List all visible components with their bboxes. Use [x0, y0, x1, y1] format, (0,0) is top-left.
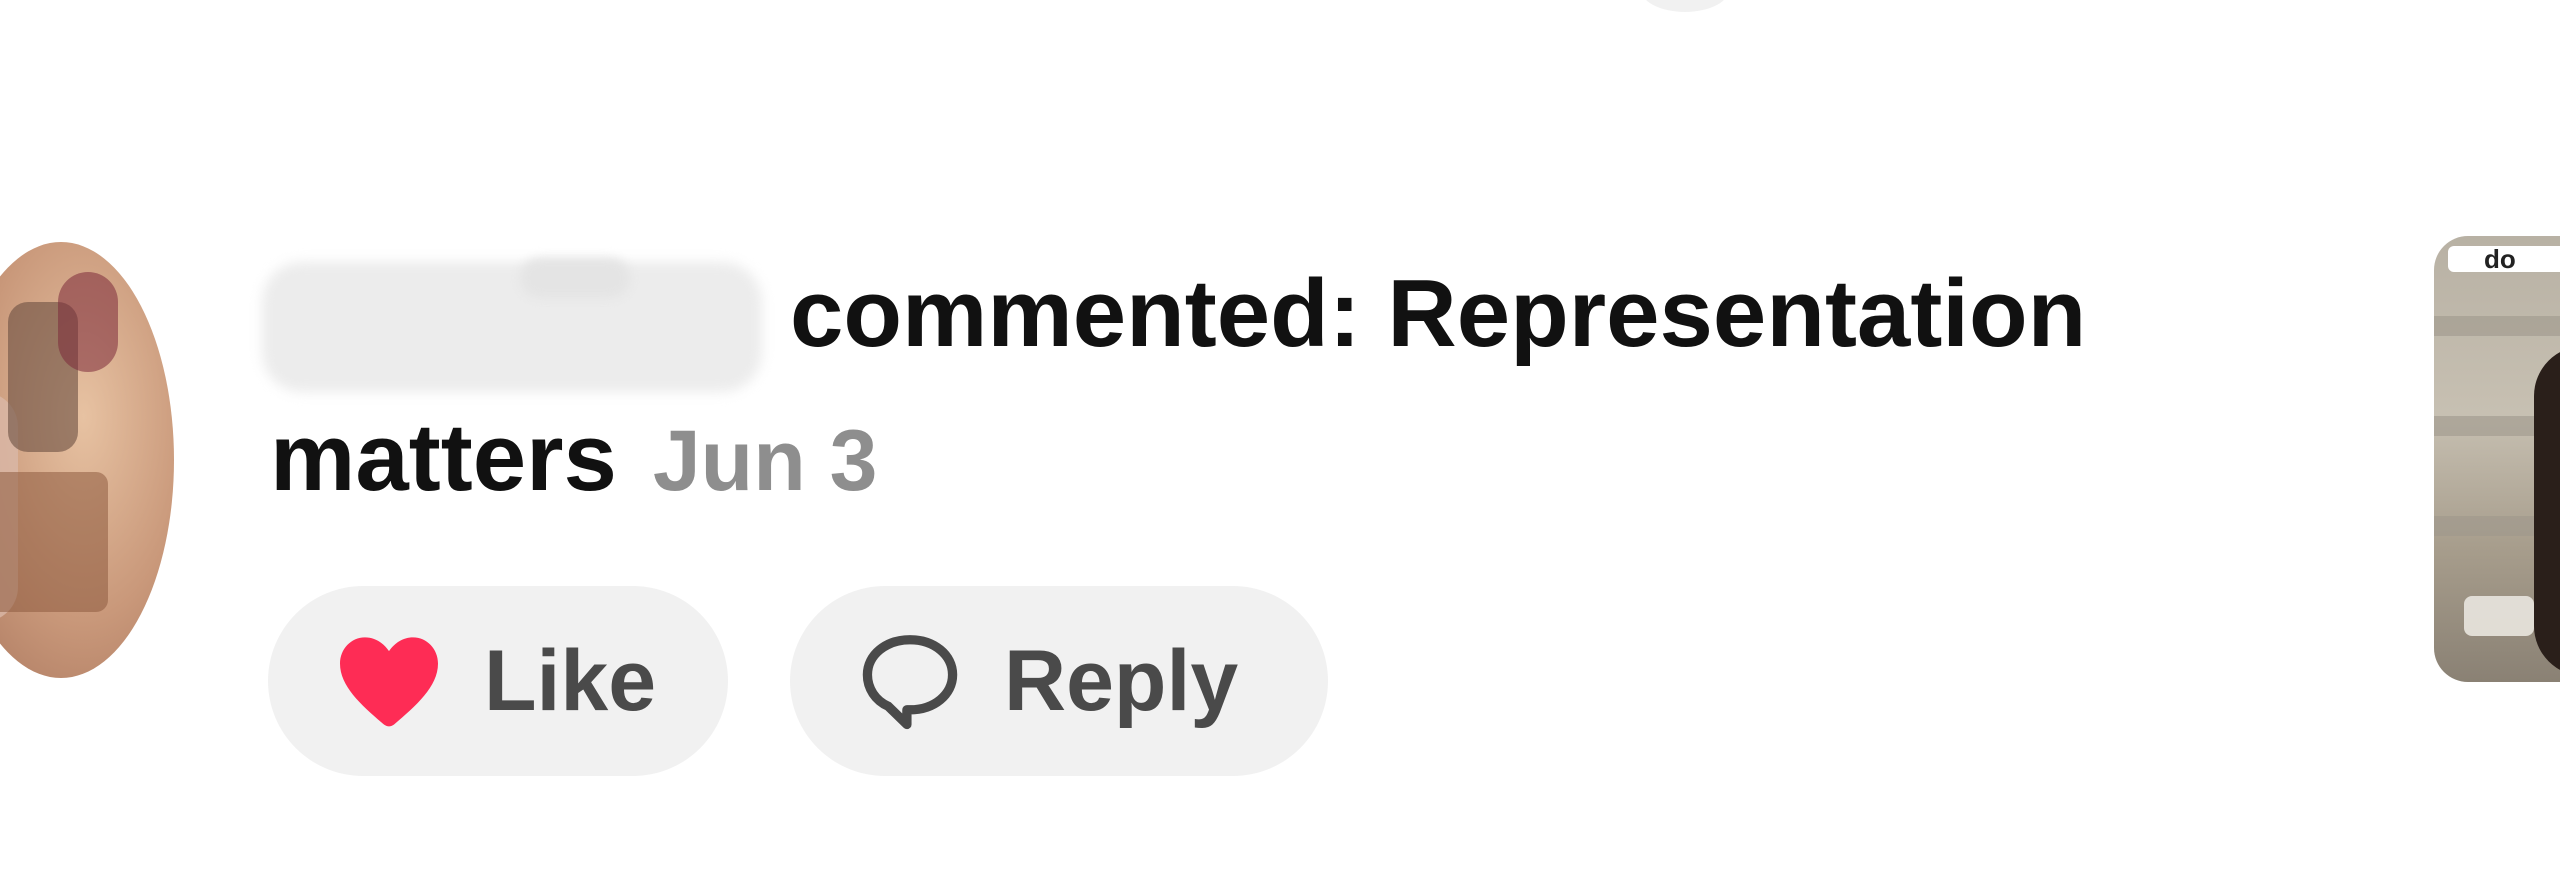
thumbnail-subject — [2534, 346, 2560, 676]
thumbnail-detail — [2434, 316, 2560, 336]
activity-notification: commented: Representation matters Jun 3 L… — [0, 0, 2560, 870]
redacted-username-detail — [520, 258, 630, 298]
notification-date: Jun 3 — [652, 413, 878, 509]
reply-button[interactable]: Reply — [790, 586, 1328, 776]
comment-text-continued: matters — [270, 404, 617, 511]
thumbnail-overlay-text: do — [2448, 246, 2560, 272]
reply-label: Reply — [1004, 632, 1239, 729]
redacted-username[interactable] — [262, 262, 762, 392]
like-button[interactable]: Like — [268, 586, 728, 776]
thumbnail-detail — [2464, 596, 2534, 636]
avatar-detail — [58, 272, 118, 372]
heart-icon — [334, 632, 444, 730]
top-edge-dot — [1640, 0, 1730, 12]
commenter-avatar[interactable] — [0, 242, 174, 678]
notification-comment-line: matters Jun 3 — [270, 410, 878, 510]
like-label: Like — [484, 632, 657, 729]
speech-bubble-icon — [856, 630, 964, 732]
video-thumbnail[interactable]: do — [2434, 236, 2560, 682]
notification-action-text: commented: Representation — [790, 260, 2087, 367]
avatar-detail — [0, 472, 108, 612]
